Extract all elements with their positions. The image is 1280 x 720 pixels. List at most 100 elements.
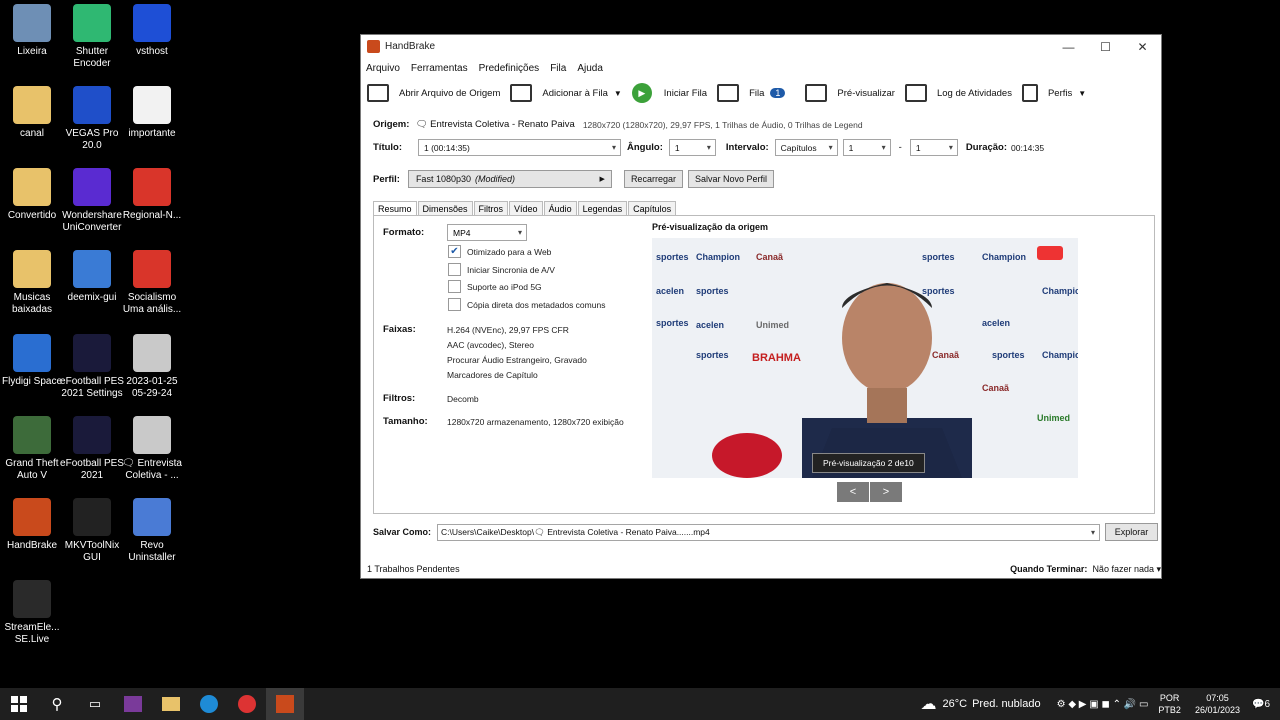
desktop-app-icon: [13, 416, 51, 454]
add-queue-button[interactable]: Adicionar à Fila ▼: [510, 84, 622, 102]
taskbar-handbrake[interactable]: [266, 688, 304, 720]
close-button[interactable]: ✕: [1124, 40, 1161, 54]
desktop-app-icon: [13, 86, 51, 124]
range-end-select[interactable]: 1: [909, 139, 958, 156]
notification-button[interactable]: 💬6: [1252, 699, 1270, 710]
queue-button[interactable]: Fila 1: [717, 84, 795, 102]
desktop-icon-label: StreamEle... SE.Live: [4, 622, 60, 645]
desktop-icon[interactable]: Socialismo Uma anális...: [120, 250, 184, 316]
weather-desc[interactable]: Pred. nublado: [972, 698, 1041, 710]
tab-audio[interactable]: Áudio: [543, 201, 577, 216]
desktop-icon-label: MKVToolNix GUI: [64, 540, 120, 563]
tab-resumo[interactable]: Resumo: [373, 201, 417, 216]
taskbar-app[interactable]: [228, 688, 266, 720]
task-view-button[interactable]: ▭: [76, 688, 114, 720]
folder-icon: [162, 697, 180, 711]
tab-capitulos[interactable]: Capítulos: [628, 201, 677, 216]
presets-button[interactable]: Perfis ▼: [1021, 84, 1087, 102]
tray-icons[interactable]: ⚙ ◆ ▶ ▣ ◼ ⌃ 🔊 ▭: [1057, 699, 1149, 710]
desktop-icon[interactable]: 2023-01-25 05-29-24: [120, 334, 184, 400]
desktop-icon[interactable]: Wondershare UniConverter: [60, 168, 124, 234]
tab-filtros[interactable]: Filtros: [473, 201, 509, 216]
menu-predefinicoes[interactable]: Predefinições: [479, 63, 540, 74]
taskbar-explorer[interactable]: [152, 688, 190, 720]
desktop-icon-label: Musicas baixadas: [11, 292, 53, 315]
open-source-button[interactable]: Abrir Arquivo de Origem: [367, 84, 500, 102]
cloud-icon: ☁: [920, 696, 937, 713]
menu-ajuda[interactable]: Ajuda: [577, 63, 603, 74]
tab-video[interactable]: Vídeo: [509, 201, 543, 216]
desktop-icon[interactable]: eFootball PES 2021: [60, 416, 124, 482]
tab-dimensoes[interactable]: Dimensões: [417, 201, 473, 216]
desktop-icon[interactable]: canal: [0, 86, 64, 140]
start-button[interactable]: [0, 688, 38, 720]
language-indicator[interactable]: POR PTB2: [1158, 692, 1181, 716]
checkmark-icon: ✔: [448, 245, 461, 258]
chevron-down-icon: ▼: [1078, 88, 1087, 98]
desktop-icon-label: importante: [128, 128, 176, 139]
desktop-icon[interactable]: HandBrake: [0, 498, 64, 552]
av-sync-checkbox[interactable]: Iniciar Sincronia de A/V: [448, 263, 555, 276]
minimize-button[interactable]: —: [1050, 40, 1087, 54]
save-path-input[interactable]: C:\Users\Caike\Desktop\🗨 Entrevista Cole…: [437, 523, 1101, 541]
desktop-icon[interactable]: StreamEle... SE.Live: [0, 580, 64, 646]
desktop-icon[interactable]: vsthost: [120, 4, 184, 58]
desktop-icon[interactable]: eFootball PES 2021 Settings: [60, 334, 124, 400]
clock[interactable]: 07:05 26/01/2023: [1195, 692, 1240, 716]
range-start-select[interactable]: 1: [842, 139, 891, 156]
weather-temp[interactable]: 26°C: [943, 698, 968, 710]
menu-ferramentas[interactable]: Ferramentas: [411, 63, 468, 74]
format-select[interactable]: MP4: [447, 224, 527, 241]
previous-preview-button[interactable]: <: [837, 482, 869, 502]
desktop-app-icon: [73, 416, 111, 454]
chevron-down-icon[interactable]: ▼: [614, 89, 622, 98]
save-new-preset-button[interactable]: Salvar Novo Perfil: [687, 170, 774, 188]
desktop-icon[interactable]: Flydigi Space: [0, 334, 64, 388]
desktop-icon[interactable]: Revo Uninstaller: [120, 498, 184, 564]
open-source-label: Abrir Arquivo de Origem: [399, 87, 501, 99]
preset-label: Perfil:: [373, 173, 400, 185]
maximize-button[interactable]: ☐: [1087, 40, 1124, 54]
web-optimized-checkbox[interactable]: ✔ Otimizado para a Web: [448, 245, 551, 258]
range-label: Intervalo:: [725, 142, 769, 153]
filters-value: Decomb: [447, 394, 479, 404]
range-type-select[interactable]: Capítulos: [774, 139, 838, 156]
when-done-select[interactable]: Não fazer nada ▾: [1092, 564, 1161, 575]
desktop-app-icon: [73, 168, 111, 206]
taskbar-edge[interactable]: [190, 688, 228, 720]
preview-button[interactable]: Pré-visualizar: [805, 84, 895, 102]
preset-select[interactable]: Fast 1080p30 (Modified) ▶: [407, 170, 612, 188]
desktop-icon[interactable]: Musicas baixadas: [0, 250, 64, 316]
source-info: 1280x720 (1280x720), 29,97 FPS, 1 Trilha…: [582, 119, 863, 130]
menu-fila[interactable]: Fila: [550, 63, 566, 74]
ipod-checkbox[interactable]: Suporte ao iPod 5G: [448, 280, 542, 293]
menu-arquivo[interactable]: Arquivo: [366, 63, 400, 74]
reload-button[interactable]: Recarregar: [623, 170, 683, 188]
taskbar-winrar[interactable]: [114, 688, 152, 720]
metadata-checkbox[interactable]: Cópia direta dos metadados comuns: [448, 298, 605, 311]
film-icon: [805, 84, 828, 102]
taskbar: ⚲ ▭ ☁ 26°C Pred. nublado ⚙ ◆ ▶ ▣ ◼ ⌃ 🔊 ▭…: [0, 688, 1280, 720]
search-button[interactable]: ⚲: [38, 688, 76, 720]
angle-select[interactable]: 1: [668, 139, 716, 156]
desktop-icon-label: Wondershare UniConverter: [62, 210, 122, 233]
desktop-icon[interactable]: VEGAS Pro 20.0: [60, 86, 124, 152]
browse-button[interactable]: Explorar: [1105, 523, 1159, 541]
desktop-icon[interactable]: deemix-gui: [60, 250, 124, 304]
desktop-icon[interactable]: Convertido: [0, 168, 64, 222]
desktop-icon[interactable]: Regional-N...: [120, 168, 184, 222]
title-select[interactable]: 1 (00:14:35): [418, 139, 622, 156]
person-figure: [802, 283, 972, 478]
desktop-icon[interactable]: 🗨 Entrevista Coletiva - ...: [120, 416, 184, 482]
toolbar: Abrir Arquivo de Origem Adicionar à Fila…: [361, 78, 1161, 108]
desktop-icon[interactable]: MKVToolNix GUI: [60, 498, 124, 564]
desktop-icon[interactable]: Shutter Encoder: [60, 4, 124, 70]
desktop-icon[interactable]: Grand Theft Auto V: [0, 416, 64, 482]
next-preview-button[interactable]: >: [870, 482, 902, 502]
tab-bar: Resumo Dimensões Filtros Vídeo Áudio Leg…: [373, 201, 677, 216]
desktop-icon[interactable]: Lixeira: [0, 4, 64, 58]
desktop-icon[interactable]: importante: [120, 86, 184, 140]
start-queue-button[interactable]: ▶ Iniciar Fila: [631, 83, 707, 103]
activity-log-button[interactable]: Log de Atividades: [904, 84, 1012, 102]
tab-legendas[interactable]: Legendas: [577, 201, 628, 216]
